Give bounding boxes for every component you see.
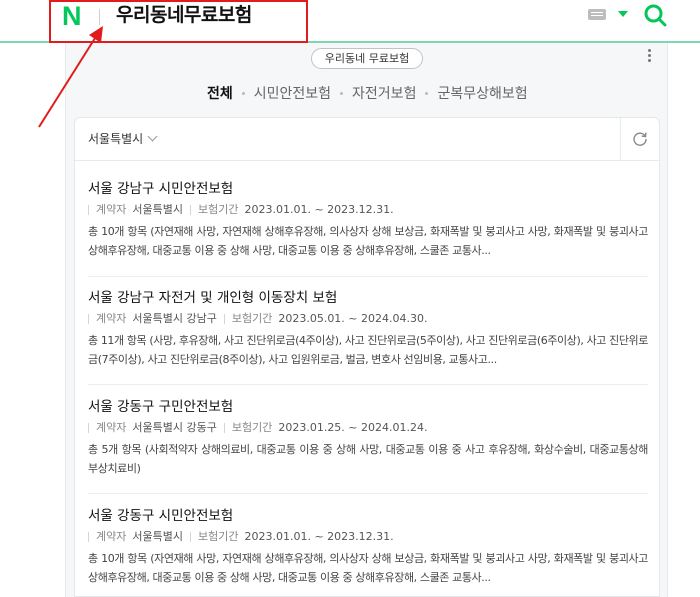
tab-separator	[340, 91, 344, 95]
tab-citizen-safety[interactable]: 시민안전보험	[254, 83, 331, 103]
list-item[interactable]: 서울 강남구 시민안전보험 계약자 서울특별시 보험기간 2023.01.01.…	[88, 180, 648, 260]
item-title[interactable]: 서울 강동구 시민안전보험	[88, 507, 648, 525]
item-meta: 계약자 서울특별시 강동구 보험기간 2023.01.25. ~ 2024.01…	[88, 421, 648, 435]
item-divider	[88, 493, 648, 494]
tab-all[interactable]: 전체	[207, 83, 233, 103]
list-item[interactable]: 서울 강남구 자전거 및 개인형 이동장치 보험 계약자 서울특별시 강남구 보…	[88, 289, 648, 369]
period-value: 2023.01.01. ~ 2023.12.31.	[244, 530, 394, 543]
item-description: 총 10개 항목 (자연재해 사망, 자연재해 상해후유장해, 의사상자 상해 …	[88, 552, 648, 584]
insurance-list-card: 서울특별시 서울 강남구 시민안전보험 계약자 서울특별시 보험기간 2023.…	[74, 117, 660, 597]
item-title[interactable]: 서울 강남구 시민안전보험	[88, 180, 648, 198]
item-meta: 계약자 서울특별시 보험기간 2023.01.01. ~ 2023.12.31.	[88, 203, 648, 217]
item-meta: 계약자 서울특별시 강남구 보험기간 2023.05.01. ~ 2024.04…	[88, 312, 648, 326]
contractor-label: 계약자	[96, 312, 127, 325]
keyboard-icon[interactable]	[588, 9, 606, 20]
refresh-icon[interactable]	[631, 130, 649, 148]
annotation-arrow	[38, 26, 103, 128]
item-meta: 계약자 서울특별시 보험기간 2023.01.01. ~ 2023.12.31.	[88, 530, 648, 544]
period-value: 2023.01.25. ~ 2024.01.24.	[278, 421, 428, 434]
list-item[interactable]: 서울 강동구 구민안전보험 계약자 서울특별시 강동구 보험기간 2023.01…	[88, 398, 648, 478]
contractor-value: 서울특별시 강동구	[132, 421, 217, 434]
contractor-value: 서울특별시	[132, 530, 183, 543]
contractor-label: 계약자	[96, 203, 127, 216]
period-label: 보험기간	[231, 312, 273, 325]
tab-separator	[241, 91, 245, 95]
tab-separator	[425, 91, 429, 95]
meta-divider	[189, 205, 191, 215]
meta-divider	[88, 423, 89, 433]
tab-military[interactable]: 군복무상해보험	[437, 83, 527, 103]
contractor-value: 서울특별시	[132, 203, 183, 216]
search-icon[interactable]	[643, 3, 667, 27]
meta-divider	[223, 423, 225, 433]
period-label: 보험기간	[231, 421, 273, 434]
item-description: 총 10개 항목 (자연재해 사망, 자연재해 상해후유장해, 의사상자 상해 …	[88, 225, 648, 257]
item-description: 총 5개 항목 (사회적약자 상해의료비, 대중교통 이용 중 상해 사망, 대…	[88, 443, 648, 475]
category-tabs: 전체 시민안전보험 자전거보험 군복무상해보험	[207, 82, 528, 104]
service-pill[interactable]: 우리동네 무료보험	[311, 48, 423, 69]
period-label: 보험기간	[197, 530, 239, 543]
chevron-down-icon	[147, 131, 158, 142]
meta-divider	[223, 314, 225, 324]
item-divider	[88, 276, 648, 277]
header-divider	[620, 118, 621, 161]
item-description: 총 11개 항목 (사망, 후유장해, 사고 진단위로금(4주이상), 사고 진…	[88, 334, 648, 366]
list-item[interactable]: 서울 강동구 시민안전보험 계약자 서울특별시 보험기간 2023.01.01.…	[88, 507, 648, 587]
meta-divider	[88, 314, 89, 324]
more-menu-icon[interactable]	[648, 49, 652, 63]
meta-divider	[88, 532, 89, 542]
contractor-label: 계약자	[96, 421, 127, 434]
tab-bicycle[interactable]: 자전거보험	[352, 83, 416, 103]
card-header: 서울특별시	[75, 118, 659, 161]
period-value: 2023.01.01. ~ 2023.12.31.	[244, 203, 394, 216]
contractor-value: 서울특별시 강남구	[132, 312, 217, 325]
period-value: 2023.05.01. ~ 2024.04.30.	[278, 312, 428, 325]
meta-divider	[88, 205, 89, 215]
chevron-down-icon[interactable]	[618, 11, 628, 17]
item-title[interactable]: 서울 강동구 구민안전보험	[88, 398, 648, 416]
contractor-label: 계약자	[96, 530, 127, 543]
item-title[interactable]: 서울 강남구 자전거 및 개인형 이동장치 보험	[88, 289, 648, 307]
item-divider	[88, 384, 648, 385]
period-label: 보험기간	[197, 203, 239, 216]
meta-divider	[189, 532, 191, 542]
